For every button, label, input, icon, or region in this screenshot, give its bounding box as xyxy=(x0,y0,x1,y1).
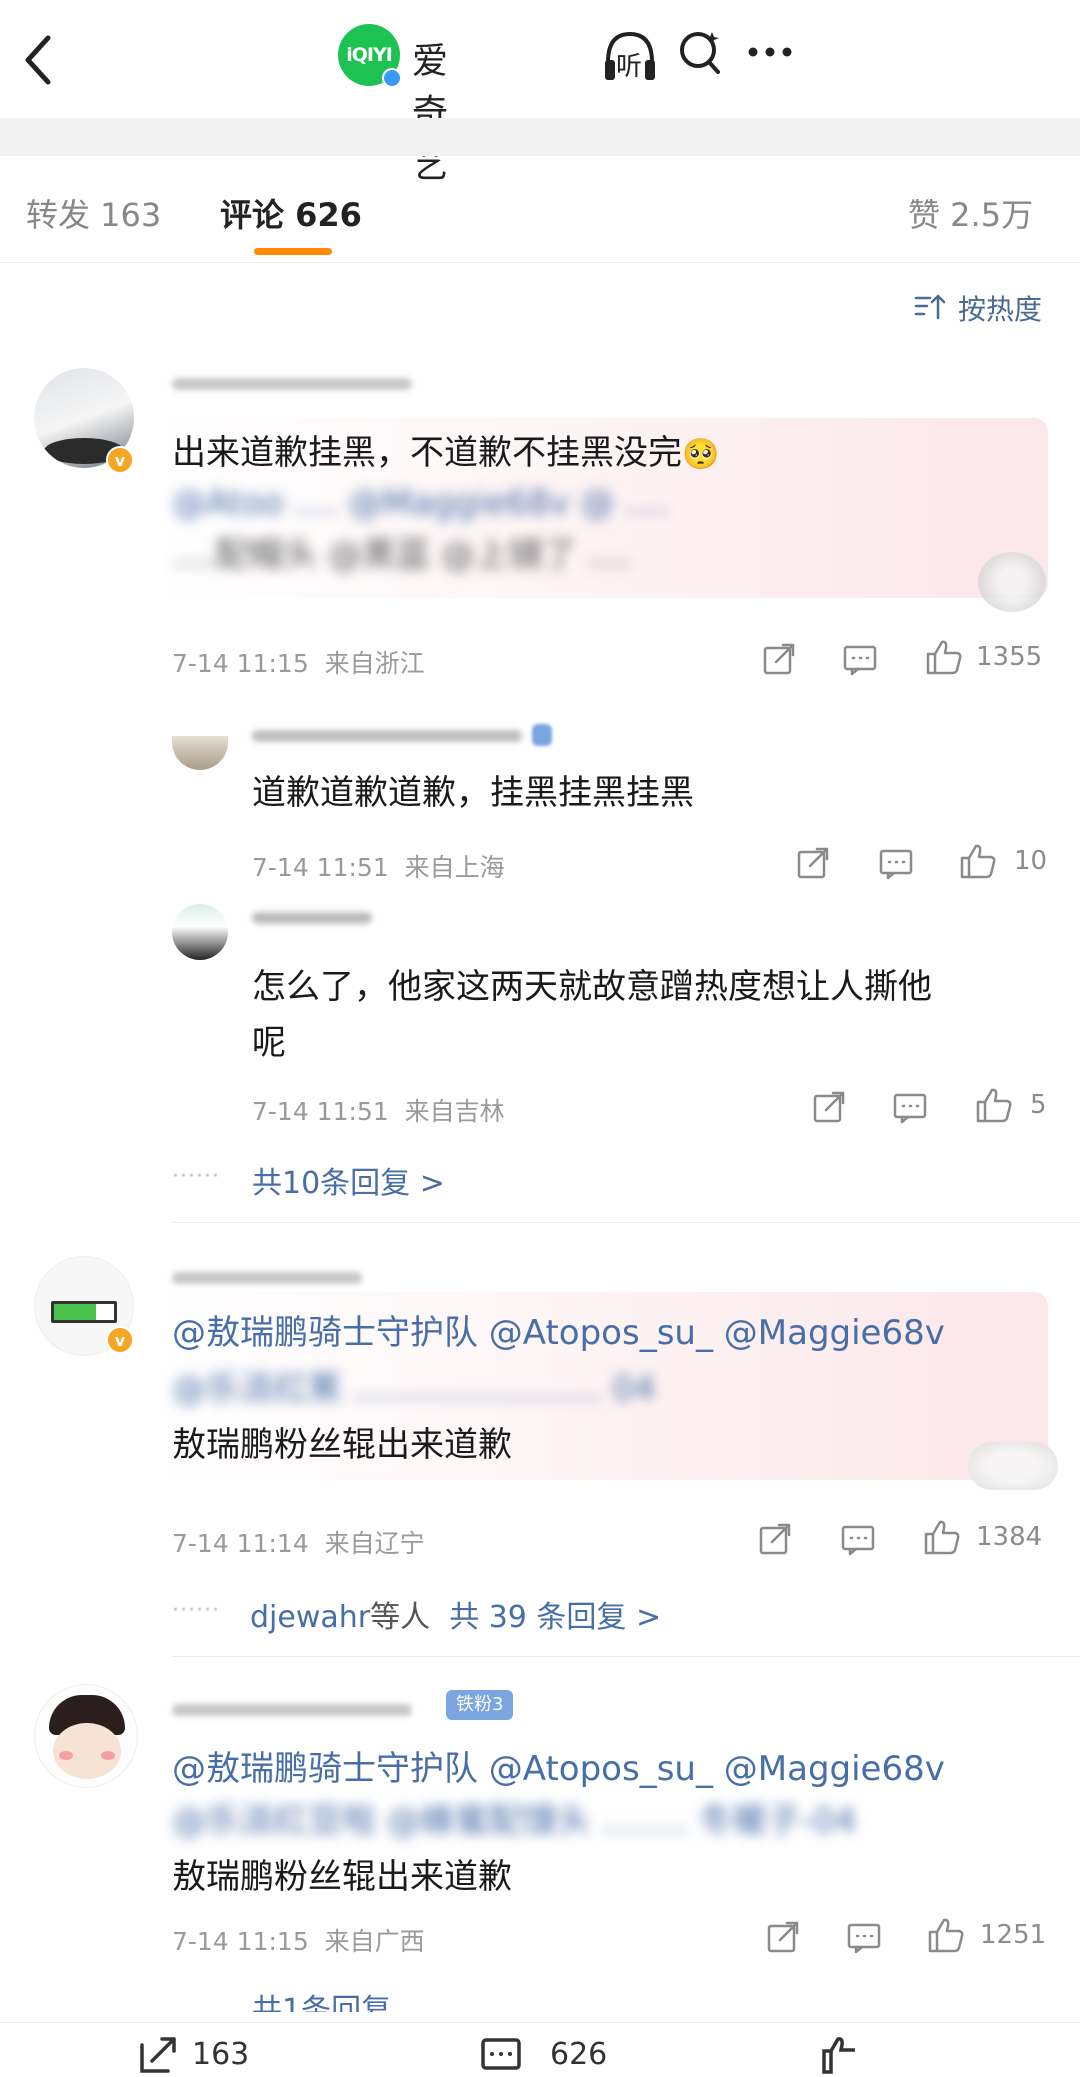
reply-icon[interactable] xyxy=(846,1922,882,1954)
reply-icon[interactable] xyxy=(892,1092,928,1124)
share-icon[interactable] xyxy=(762,642,796,676)
comment-text: 敖瑞鹏粉丝辊出来道歉 xyxy=(172,1857,512,1897)
like-thumb-icon[interactable] xyxy=(926,1916,966,1954)
blurred-line: @乐派红蕉 ....................... 04 xyxy=(172,1369,656,1409)
more-dots-icon[interactable] xyxy=(745,40,795,64)
mention-line[interactable]: @Atoo .... @Maggie68v @ .... xyxy=(172,478,668,528)
blurred-line: @乐派红豆啦 @蜂蜜配馒头 ........ 冬暖子-04 xyxy=(172,1801,857,1841)
share-icon[interactable] xyxy=(766,1920,800,1954)
tab-like[interactable]: 赞 2.5万 xyxy=(908,190,1033,236)
share-icon[interactable] xyxy=(796,846,830,880)
blurred-line: ....配帽头 @黑蓝 @上镜了 .... xyxy=(172,535,631,575)
sort-icon xyxy=(914,294,946,320)
brand-header[interactable]: iQIYI 爱奇艺 xyxy=(338,24,478,186)
like-button[interactable] xyxy=(820,2033,910,2077)
top-navigation-bar: iQIYI 爱奇艺 听 xyxy=(0,0,1080,186)
reply-text: 道歉道歉道歉，挂黑挂黑挂黑 xyxy=(252,773,694,813)
reply-icon[interactable] xyxy=(878,848,914,880)
share-icon[interactable] xyxy=(758,1522,792,1556)
fan-badge xyxy=(532,724,552,746)
comment-icon xyxy=(481,2038,521,2070)
sort-by-hot-button[interactable]: 按热度 xyxy=(914,286,1064,326)
like-thumb-icon[interactable] xyxy=(922,1518,962,1556)
more-replies-link[interactable]: 共10条回复 > xyxy=(252,1158,445,1202)
like-count: 10 xyxy=(1014,846,1048,876)
reply-time: 7-14 11:51 来自吉林 xyxy=(252,1097,505,1126)
comment-text: 敖瑞鹏粉丝辊出来道歉 xyxy=(172,1425,512,1465)
like-count: 1355 xyxy=(976,642,1043,672)
tab-active-underline xyxy=(254,248,332,255)
sort-label: 按热度 xyxy=(958,293,1043,326)
comment-divider xyxy=(172,1656,1080,1657)
like-thumb-icon[interactable] xyxy=(958,842,998,880)
like-thumb-icon[interactable] xyxy=(924,638,964,676)
comment-button[interactable]: 626 xyxy=(480,2033,640,2077)
tab-comment[interactable]: 评论 626 xyxy=(220,190,362,236)
comment-divider xyxy=(172,1222,1080,1223)
tab-divider xyxy=(0,262,1080,263)
comment-text-main: 出来道歉挂黑，不道歉不挂黑没完 xyxy=(172,433,682,473)
like-thumb-icon[interactable] xyxy=(974,1086,1014,1124)
comment-time: 7-14 11:14 来自辽宁 xyxy=(172,1529,425,1558)
fan-badge: 铁粉3 xyxy=(446,1690,514,1720)
reply-text-continued: 呢 xyxy=(252,1023,286,1063)
brand-name: 爱奇艺 xyxy=(412,41,449,186)
emoji-icon: 🥺 xyxy=(682,437,720,472)
repost-icon xyxy=(140,2037,176,2073)
section-gap xyxy=(0,118,1080,156)
reply-dots: ······ xyxy=(172,1598,220,1623)
reply-icon[interactable] xyxy=(842,644,878,676)
comment-count: 626 xyxy=(550,2037,608,2072)
avatar[interactable] xyxy=(172,736,228,770)
comment-text: 出来道歉挂黑，不道歉不挂黑没完🥺 xyxy=(172,428,719,480)
username-blurred[interactable] xyxy=(252,912,372,924)
avatar[interactable] xyxy=(172,904,228,960)
share-icon[interactable] xyxy=(812,1090,846,1124)
comment-time: 7-14 11:15 来自广西 xyxy=(172,1927,425,1956)
back-arrow-icon[interactable] xyxy=(18,28,58,92)
comment-time: 7-14 11:15 来自浙江 xyxy=(172,649,425,678)
like-thumb-icon xyxy=(822,2037,855,2074)
mention-line[interactable]: @敖瑞鹏骑士守护队 @Atopos_su_ @Maggie68v xyxy=(172,1308,945,1358)
more-replies-link[interactable]: djewahr等人 共 39 条回复 > xyxy=(250,1592,661,1636)
listen-headphones-icon[interactable]: 听 xyxy=(602,26,658,86)
verified-badge-icon: v xyxy=(106,446,134,474)
like-count: 1384 xyxy=(976,1522,1043,1552)
sticker-decoration xyxy=(968,1442,1058,1490)
sticker-decoration xyxy=(978,552,1046,612)
username-blurred[interactable] xyxy=(252,730,522,742)
reply-text: 怎么了，他家这两天就故意蹭热度想让人撕他 xyxy=(252,967,932,1007)
repost-button[interactable]: 163 xyxy=(138,2033,288,2077)
reply-icon[interactable] xyxy=(840,1524,876,1556)
avatar[interactable] xyxy=(34,1684,138,1788)
listen-label: 听 xyxy=(616,52,643,82)
more-replies-link[interactable]: 共1条回复 xyxy=(252,1982,391,2012)
username-blurred[interactable] xyxy=(172,1704,412,1716)
tab-repost[interactable]: 转发 163 xyxy=(26,190,161,236)
repost-count: 163 xyxy=(192,2037,250,2072)
reply-time: 7-14 11:51 来自上海 xyxy=(252,853,505,882)
like-count: 1251 xyxy=(980,1920,1047,1950)
bottom-action-bar: 163 626 xyxy=(0,2022,1080,2077)
username-blurred[interactable] xyxy=(172,378,412,390)
verified-badge-icon: v xyxy=(106,1326,134,1354)
like-count: 5 xyxy=(1030,1090,1047,1120)
username-blurred[interactable] xyxy=(172,1272,362,1284)
search-icon[interactable] xyxy=(676,26,724,82)
verified-icon xyxy=(382,68,402,88)
reply-dots: ······ xyxy=(172,1164,220,1189)
mention-line[interactable]: @敖瑞鹏骑士守护队 @Atopos_su_ @Maggie68v xyxy=(172,1744,945,1794)
